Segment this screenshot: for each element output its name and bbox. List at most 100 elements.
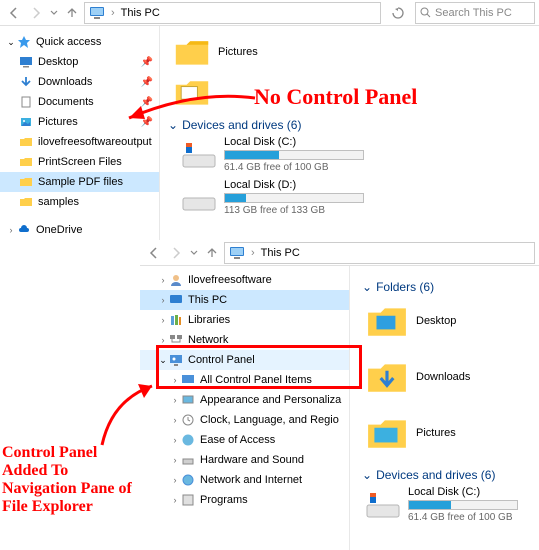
folder-item-pictures[interactable]: Pictures [174, 34, 535, 70]
chevron-right-icon: › [158, 295, 168, 305]
download-icon [18, 74, 34, 90]
arrow-up-icon [65, 6, 79, 20]
nav-item-folder[interactable]: samples [0, 192, 159, 212]
display-icon [180, 392, 196, 408]
navigation-pane: ⌄ Quick access Desktop📌 Downloads📌 Docum… [0, 26, 160, 240]
folder-item-pictures[interactable]: Pictures [366, 412, 535, 454]
breadcrumb-bar[interactable]: › This PC [84, 2, 381, 24]
control-panel-icon [180, 372, 196, 388]
breadcrumb-text: This PC [121, 7, 160, 19]
screenshot-after: › This PC ›Ilovefreesoftware ›This PC ›L… [140, 240, 539, 550]
nav-history[interactable] [188, 243, 200, 263]
chevron-down-icon: ⌄ [158, 355, 168, 366]
clock-icon [180, 412, 196, 428]
search-placeholder: Search This PC [435, 7, 512, 19]
nav-item-network[interactable]: ›Network [140, 330, 349, 350]
nav-forward[interactable] [26, 3, 46, 23]
breadcrumb-bar[interactable]: › This PC [224, 242, 535, 264]
nav-forward[interactable] [166, 243, 186, 263]
programs-icon [180, 492, 196, 508]
folder-item-downloads[interactable]: Downloads [366, 356, 535, 398]
refresh-icon [392, 7, 404, 19]
chevron-right-icon: › [158, 335, 168, 345]
library-icon [168, 312, 184, 328]
nav-onedrive[interactable]: › OneDrive [0, 220, 159, 240]
drive-item-c[interactable]: Local Disk (C:) 61.4 GB free of 100 GB [366, 486, 531, 523]
breadcrumb-text: This PC [261, 247, 300, 259]
folder-large-icon [174, 34, 210, 70]
nav-item-user[interactable]: ›Ilovefreesoftware [140, 270, 349, 290]
refresh-button[interactable] [383, 7, 413, 19]
chevron-right-icon: › [170, 455, 180, 465]
nav-item-desktop[interactable]: Desktop📌 [0, 52, 159, 72]
chevron-right-icon: › [170, 415, 180, 425]
quick-access-group[interactable]: ⌄ Quick access [0, 32, 159, 52]
nav-item-folder-selected[interactable]: Sample PDF files [0, 172, 159, 192]
capacity-bar [224, 150, 364, 160]
nav-item-network-internet[interactable]: ›Network and Internet [140, 470, 349, 490]
nav-item-programs[interactable]: ›Programs [140, 490, 349, 510]
nav-item-documents[interactable]: Documents📌 [0, 92, 159, 112]
folder-item-generic[interactable] [174, 74, 535, 110]
control-panel-icon [168, 352, 184, 368]
chevron-down-icon: ⌄ [168, 118, 178, 132]
user-icon [168, 272, 184, 288]
search-box[interactable]: Search This PC [415, 2, 535, 24]
nav-item-pictures[interactable]: Pictures📌 [0, 112, 159, 132]
drive-item-d[interactable]: Local Disk (D:) 113 GB free of 133 GB [182, 179, 535, 216]
section-devices[interactable]: ⌄ Devices and drives (6) [168, 118, 539, 132]
network-icon [168, 332, 184, 348]
section-folders[interactable]: ⌄Folders (6) [362, 280, 535, 294]
folder-large-icon [366, 412, 408, 454]
folder-large-icon [366, 356, 408, 398]
nav-item-hardware[interactable]: ›Hardware and Sound [140, 450, 349, 470]
chevron-down-icon [50, 9, 58, 17]
nav-item-all-cp[interactable]: ›All Control Panel Items [140, 370, 349, 390]
nav-back[interactable] [4, 3, 24, 23]
nav-history[interactable] [48, 3, 60, 23]
address-bar: › This PC Search This PC [0, 0, 539, 26]
chevron-down-icon [190, 249, 198, 257]
nav-item-ease[interactable]: ›Ease of Access [140, 430, 349, 450]
nav-up[interactable] [202, 243, 222, 263]
pin-icon: 📌 [141, 117, 153, 128]
star-icon [16, 34, 32, 50]
drive-icon [182, 184, 216, 212]
ease-icon [180, 432, 196, 448]
chevron-right-icon: › [170, 435, 180, 445]
this-pc-icon [89, 5, 105, 21]
capacity-bar [408, 500, 518, 510]
this-pc-icon [229, 245, 245, 261]
nav-item-folder[interactable]: ilovefreesoftwareoutput [0, 132, 159, 152]
arrow-left-icon [7, 6, 21, 20]
nav-item-this-pc[interactable]: ›This PC [140, 290, 349, 310]
desktop-icon [18, 54, 34, 70]
folder-item-desktop[interactable]: Desktop [366, 300, 535, 342]
nav-item-appearance[interactable]: ›Appearance and Personaliza [140, 390, 349, 410]
search-icon [420, 7, 431, 18]
chevron-right-icon: › [170, 495, 180, 505]
nav-item-downloads[interactable]: Downloads📌 [0, 72, 159, 92]
navigation-pane: ›Ilovefreesoftware ›This PC ›Libraries ›… [140, 266, 350, 550]
nav-item-folder[interactable]: PrintScreen Files [0, 152, 159, 172]
nav-back[interactable] [144, 243, 164, 263]
documents-icon [18, 94, 34, 110]
folder-icon [18, 154, 34, 170]
cloud-icon [16, 222, 32, 238]
nav-up[interactable] [62, 3, 82, 23]
section-devices[interactable]: ⌄Devices and drives (6) [362, 468, 535, 482]
annotation-added-label: Control Panel Added To Navigation Pane o… [2, 444, 142, 516]
chevron-down-icon: ⌄ [362, 280, 372, 294]
arrow-right-icon [169, 246, 183, 260]
nav-item-control-panel[interactable]: ⌄Control Panel [140, 350, 349, 370]
content-pane: ⌄Folders (6) Desktop Downloads Pictures … [350, 266, 539, 550]
folder-icon [18, 174, 34, 190]
nav-item-libraries[interactable]: ›Libraries [140, 310, 349, 330]
folder-large-icon [366, 300, 408, 342]
address-bar: › This PC [140, 240, 539, 266]
nav-item-clock[interactable]: ›Clock, Language, and Regio [140, 410, 349, 430]
drive-item-c[interactable]: Local Disk (C:) 61.4 GB free of 100 GB [182, 136, 535, 173]
globe-icon [180, 472, 196, 488]
content-pane: Pictures ⌄ Devices and drives (6) Local … [160, 26, 539, 240]
folder-icon [18, 194, 34, 210]
